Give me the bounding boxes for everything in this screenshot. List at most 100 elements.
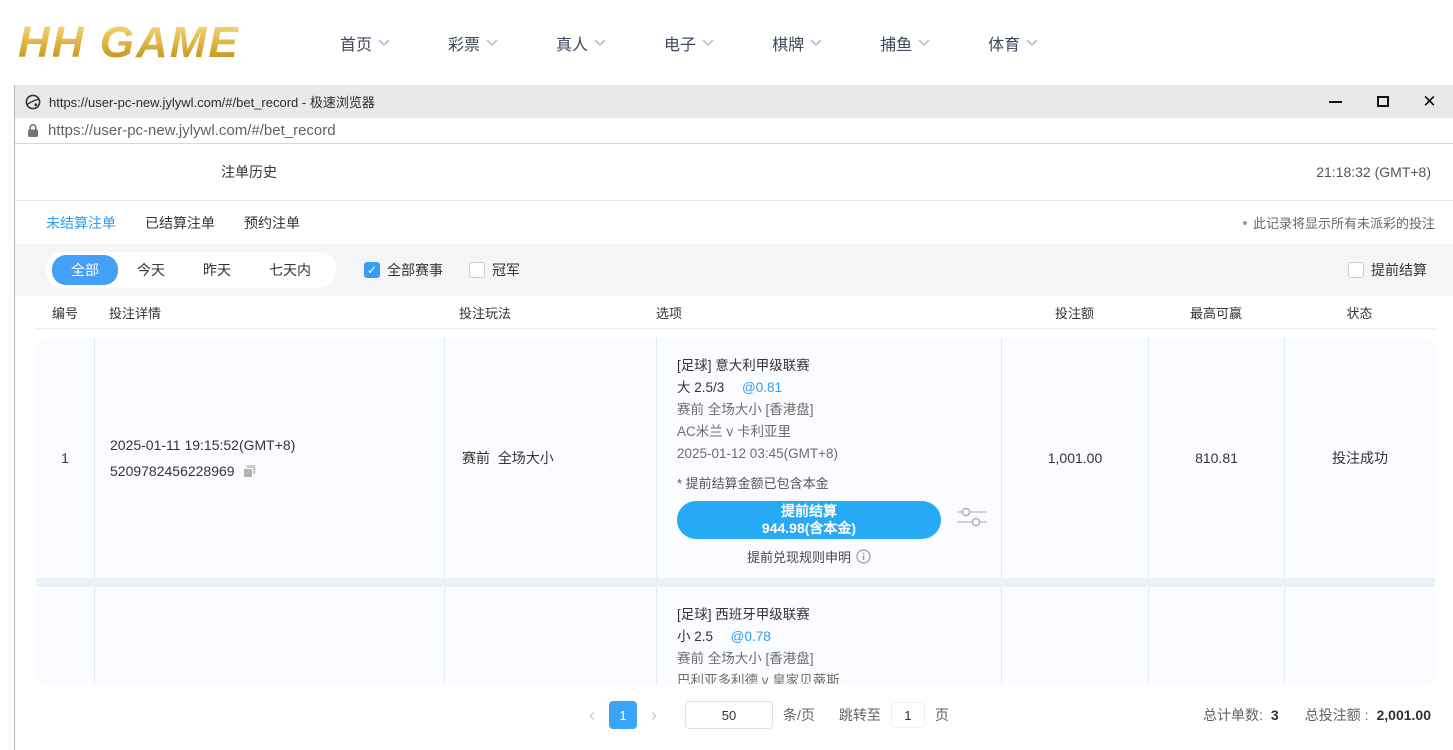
nav-label: 真人 [556, 31, 588, 55]
jump-page-input[interactable] [891, 702, 925, 728]
date-filter-7days[interactable]: 七天内 [250, 255, 330, 285]
match-teams: 巴利亚多利德 v 皇家贝蒂斯 [677, 670, 1001, 685]
nav-label: 捕鱼 [880, 31, 912, 55]
nav-item-cards[interactable]: 棋牌 [772, 31, 822, 55]
server-clock: 21:18:32 (GMT+8) [1316, 164, 1431, 180]
match-time: 2025-01-12 03:45(GMT+8) [677, 443, 1001, 465]
checkbox-unchecked-icon [469, 262, 485, 278]
market-info: 赛前 全场大小 [香港盘] [677, 648, 1001, 670]
nav-item-home[interactable]: 首页 [340, 31, 390, 55]
main-menu: 首页 彩票 真人 电子 棋牌 捕鱼 [340, 31, 1038, 55]
nav-item-live[interactable]: 真人 [556, 31, 606, 55]
date-filter-group: 全部 今天 昨天 七天内 [46, 252, 336, 288]
col-header-play: 投注玩法 [444, 303, 656, 322]
browser-urlbar[interactable]: https://user-pc-new.jylywl.com/#/bet_rec… [15, 118, 1453, 144]
current-page-button[interactable]: 1 [609, 701, 637, 729]
copy-icon[interactable] [242, 464, 257, 479]
nav-item-slots[interactable]: 电子 [664, 31, 714, 55]
page-content: 注单历史 21:18:32 (GMT+8) 未结算注单 已结算注单 预约注单 此… [15, 144, 1453, 749]
cell-option: [足球] 意大利甲级联赛 大 2.5/3 @0.81 赛前 全场大小 [香港盘]… [656, 338, 1001, 578]
date-filter-today[interactable]: 今天 [118, 255, 184, 285]
chevron-down-icon [810, 39, 822, 47]
col-header-amount: 投注额 [1001, 303, 1148, 322]
champion-label: 冠军 [492, 260, 520, 280]
info-icon [856, 549, 871, 564]
date-filter-yesterday[interactable]: 昨天 [184, 255, 250, 285]
tab-settled[interactable]: 已结算注单 [145, 213, 215, 233]
selection: 小 2.5 [677, 629, 713, 644]
selection-line: 小 2.5 @0.78 [677, 626, 1001, 648]
all-events-label: 全部赛事 [387, 260, 443, 280]
chevron-down-icon [918, 39, 930, 47]
early-settle-checkbox[interactable]: 提前结算 [1348, 260, 1427, 280]
market-info: 赛前 全场大小 [香港盘] [677, 399, 1001, 421]
page-unit-label: 页 [935, 705, 949, 725]
nav-label: 棋牌 [772, 31, 804, 55]
chevron-down-icon [378, 39, 390, 47]
browser-window: https://user-pc-new.jylywl.com/#/bet_rec… [14, 85, 1453, 750]
nav-item-fishing[interactable]: 捕鱼 [880, 31, 930, 55]
window-title: https://user-pc-new.jylywl.com/#/bet_rec… [49, 92, 375, 111]
champion-checkbox[interactable]: 冠军 [469, 260, 520, 280]
cell-status [1284, 587, 1435, 685]
total-amount-value: 2,001.00 [1377, 707, 1432, 723]
record-note: 此记录将显示所有未派彩的投注 [1243, 213, 1435, 232]
total-amount-label: 总投注额 : [1305, 705, 1369, 725]
col-header-no: 编号 [36, 303, 94, 322]
cell-play-type [444, 587, 656, 685]
browser-globe-icon [25, 94, 41, 110]
cell-bet-amount: 1,001.00 [1001, 338, 1148, 578]
cell-bet-detail: 2025-01-11 19:15:52(GMT+8) 5209782456228… [94, 338, 444, 578]
maximize-button[interactable] [1359, 85, 1406, 118]
early-settle-label: 提前结算 [1371, 260, 1427, 280]
selection-line: 大 2.5/3 @0.81 [677, 377, 1001, 399]
col-header-status: 状态 [1284, 303, 1435, 322]
table-footer: ‹ 1 › 条/页 跳转至 页 总计单数: 3 总投注额 : 2,001.00 [15, 684, 1453, 749]
lock-icon [27, 123, 39, 138]
minimize-button[interactable] [1312, 85, 1359, 118]
bet-id: 5209782456228969 [110, 458, 235, 484]
nav-item-sports[interactable]: 体育 [988, 31, 1038, 55]
window-controls: ✕ [1312, 85, 1453, 118]
total-count-value: 3 [1271, 707, 1279, 723]
col-header-maxwin: 最高可赢 [1148, 303, 1284, 322]
page-title: 注单历史 [221, 162, 277, 182]
cell-option: [足球] 西班牙甲级联赛 小 2.5 @0.78 赛前 全场大小 [香港盘] 巴… [656, 587, 1001, 685]
bet-record-table: 编号 投注详情 投注玩法 选项 投注额 最高可赢 状态 1 2025-01-11… [36, 296, 1435, 685]
browser-titlebar: https://user-pc-new.jylywl.com/#/bet_rec… [15, 85, 1453, 118]
date-filter-all[interactable]: 全部 [52, 255, 118, 285]
cashout-rule-link[interactable]: 提前兑现规则申明 [677, 547, 941, 566]
site-logo[interactable]: HH GAME [0, 18, 300, 68]
summary-totals: 总计单数: 3 总投注额 : 2,001.00 [1203, 705, 1431, 725]
cashout-button[interactable]: 提前结算 944.98(含本金) [677, 501, 941, 539]
filter-bar: 全部 今天 昨天 七天内 ✓ 全部赛事 冠军 提前结算 [15, 244, 1453, 296]
page-size-input[interactable] [685, 701, 773, 729]
row-spacer [36, 329, 1435, 338]
sliders-icon[interactable] [957, 505, 987, 529]
tab-unsettled[interactable]: 未结算注单 [46, 213, 116, 233]
cell-max-win: 810.81 [1148, 338, 1284, 578]
jump-to-label: 跳转至 [839, 705, 881, 725]
cell-status: 投注成功 [1284, 338, 1435, 578]
close-button[interactable]: ✕ [1406, 85, 1453, 118]
all-events-checkbox[interactable]: ✓ 全部赛事 [364, 260, 443, 280]
chevron-down-icon [1026, 39, 1038, 47]
nav-item-lottery[interactable]: 彩票 [448, 31, 498, 55]
checkbox-checked-icon: ✓ [364, 262, 380, 278]
next-page-arrow-icon[interactable]: › [647, 706, 661, 724]
site-header: HH GAME 首页 彩票 真人 电子 棋牌 捕鱼 [0, 0, 1453, 85]
col-header-option: 选项 [656, 303, 1001, 322]
prev-page-arrow-icon[interactable]: ‹ [585, 706, 599, 724]
page-header: 注单历史 21:18:32 (GMT+8) [15, 144, 1453, 201]
chevron-down-icon [486, 39, 498, 47]
cashout-button-amount: 944.98(含本金) [762, 520, 856, 537]
tab-reserved[interactable]: 预约注单 [244, 213, 300, 233]
row-spacer [36, 578, 1435, 587]
col-header-detail: 投注详情 [94, 303, 444, 322]
table-row: 1 2025-01-11 19:15:52(GMT+8) 52097824562… [36, 338, 1435, 578]
url-text: https://user-pc-new.jylywl.com/#/bet_rec… [48, 122, 336, 139]
chevron-down-icon [594, 39, 606, 47]
cell-bet-amount [1001, 587, 1148, 685]
table-row: [足球] 西班牙甲级联赛 小 2.5 @0.78 赛前 全场大小 [香港盘] 巴… [36, 587, 1435, 685]
league-name: [足球] 意大利甲级联赛 [677, 355, 1001, 377]
